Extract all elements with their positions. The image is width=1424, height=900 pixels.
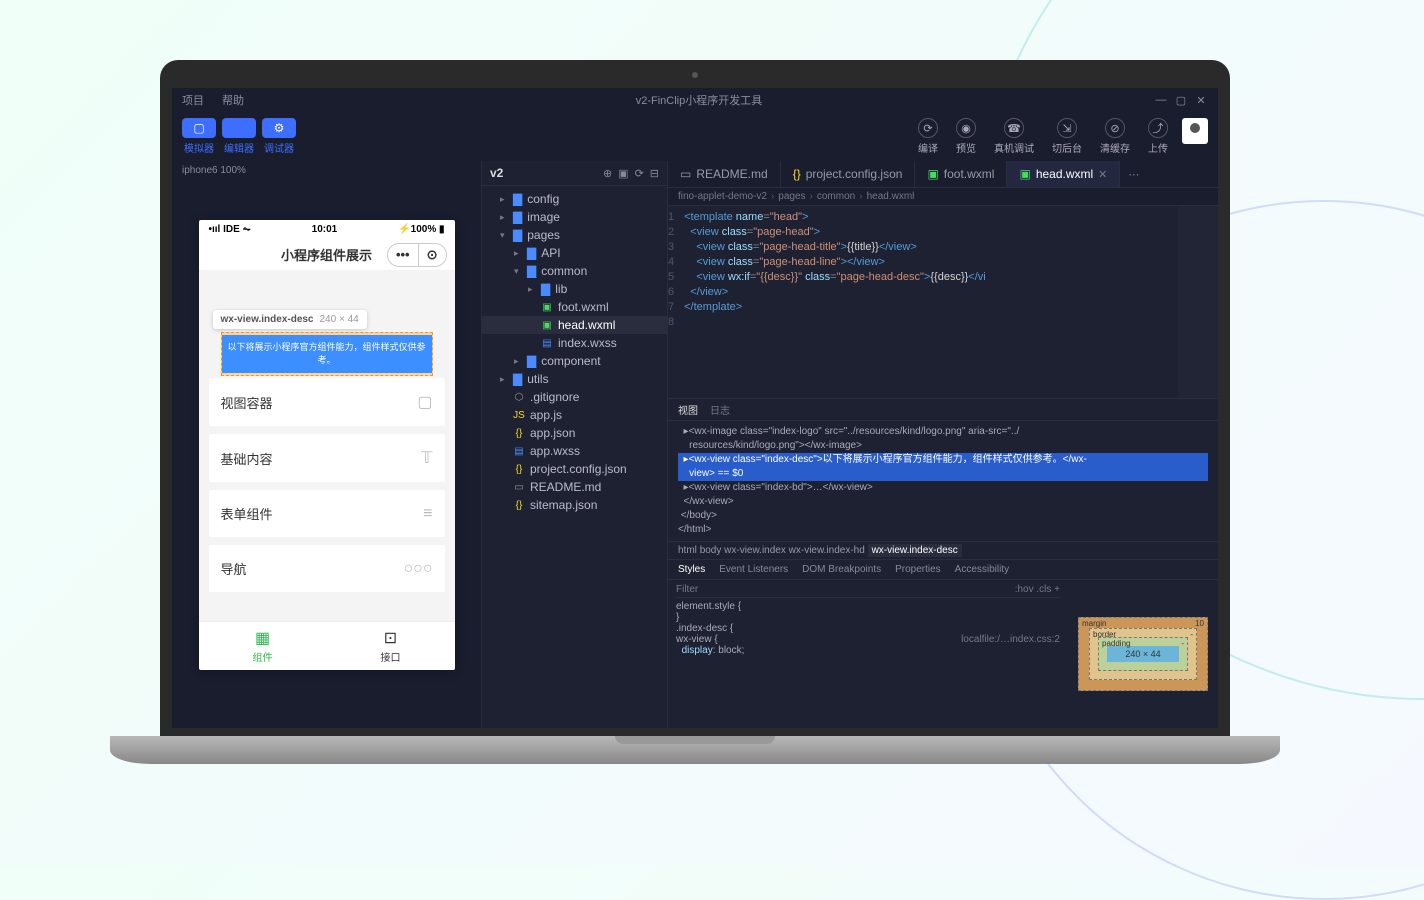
editor-panel: ▭README.md{}project.config.json▣foot.wxm… [668, 161, 1218, 728]
file-item[interactable]: {}app.json [482, 424, 667, 442]
phone-preview: •ııl IDE ⏦ 10:01 ⚡100% ▮ 小程序组件展示 ••• ⊙ [199, 220, 455, 670]
file-explorer: v2 ⊕ ▣ ⟳ ⊟ ▸▇config▸▇image▾▇pages▸▇API▾▇… [482, 161, 668, 728]
phone-time: 10:01 [312, 224, 338, 235]
style-filter-input[interactable]: Filter [676, 584, 698, 595]
devtools-tab-view[interactable]: 视图 [678, 402, 698, 417]
folder-item[interactable]: ▸▇utils [482, 370, 667, 388]
action-button-1[interactable]: ◉预览 [956, 118, 976, 155]
breadcrumb-segment[interactable]: common [817, 191, 855, 202]
file-item[interactable]: ▭README.md [482, 478, 667, 496]
dom-tree[interactable]: ▸<wx-image class="index-logo" src="../re… [668, 421, 1218, 541]
style-subtab[interactable]: Event Listeners [719, 564, 788, 575]
dom-crumb-item[interactable]: wx-view.index-desc [868, 544, 962, 557]
new-file-icon[interactable]: ⊕ [603, 167, 612, 180]
folder-item[interactable]: ▸▇image [482, 208, 667, 226]
minimap[interactable] [1178, 206, 1218, 398]
menu-project[interactable]: 项目 [182, 92, 204, 108]
laptop-frame: 项目 帮助 v2-FinClip小程序开发工具 — ▢ ✕ ▢模拟器编辑器⚙调试… [160, 60, 1230, 764]
window-minimize[interactable]: — [1154, 94, 1168, 107]
devtools-tab-log[interactable]: 日志 [710, 402, 730, 417]
app-window: 项目 帮助 v2-FinClip小程序开发工具 — ▢ ✕ ▢模拟器编辑器⚙调试… [172, 88, 1218, 728]
dom-crumb-item[interactable]: html [678, 545, 697, 556]
file-item[interactable]: ▤index.wxss [482, 334, 667, 352]
inspect-tooltip: wx-view.index-desc240 × 44 [213, 310, 367, 329]
phone-tab-1[interactable]: ⊡接口 [327, 622, 455, 670]
file-item[interactable]: {}sitemap.json [482, 496, 667, 514]
list-item[interactable]: 导航○○○ [209, 545, 445, 592]
folder-item[interactable]: ▸▇component [482, 352, 667, 370]
list-item[interactable]: 表单组件≡ [209, 490, 445, 537]
editor-tab[interactable]: {}project.config.json [781, 161, 916, 187]
breadcrumb-segment[interactable]: fino-applet-demo-v2 [678, 191, 767, 202]
window-close[interactable]: ✕ [1194, 94, 1208, 107]
mode-button-2[interactable]: ⚙调试器 [262, 118, 296, 155]
file-item[interactable]: JSapp.js [482, 406, 667, 424]
file-item[interactable]: ▤app.wxss [482, 442, 667, 460]
dom-crumb-item[interactable]: wx-view.index [724, 545, 786, 556]
refresh-icon[interactable]: ⟳ [635, 167, 644, 180]
window-title: v2-FinClip小程序开发工具 [262, 92, 1136, 108]
dom-crumb-item[interactable]: wx-view.index-hd [789, 545, 865, 556]
mode-button-1[interactable]: 编辑器 [222, 118, 256, 155]
toolbar: ▢模拟器编辑器⚙调试器 ⟳编译 ◉预览 ☎真机调试 ⇲切后台 ⊘清缓存 ⤴上传 [172, 112, 1218, 161]
list-item[interactable]: 视图容器▢ [209, 378, 445, 426]
project-root-name[interactable]: v2 [490, 166, 603, 180]
devtools-subtabs: Styles Event Listeners DOM Breakpoints Prop… [668, 560, 1218, 580]
simulator-device-label: iphone6 100% [172, 161, 481, 180]
folder-item[interactable]: ▾▇common [482, 262, 667, 280]
phone-carrier: •ııl IDE ⏦ [209, 224, 251, 235]
folder-item[interactable]: ▾▇pages [482, 226, 667, 244]
dom-crumb-item[interactable]: body [700, 545, 722, 556]
action-button-3[interactable]: ⇲切后台 [1052, 118, 1082, 155]
devtools-panel: 视图 日志 ▸<wx-image class="index-logo" src=… [668, 398, 1218, 728]
folder-item[interactable]: ▸▇lib [482, 280, 667, 298]
capsule-button[interactable]: ••• ⊙ [387, 243, 447, 267]
style-filter-actions[interactable]: :hov .cls + [1015, 584, 1060, 595]
tabs-overflow-icon[interactable]: ⋯ [1120, 168, 1147, 181]
editor-tab[interactable]: ▣foot.wxml [915, 161, 1007, 187]
breadcrumb-segment[interactable]: head.wxml [867, 191, 915, 202]
styles-pane[interactable]: Filter:hov .cls +element.style {}.index-… [668, 580, 1068, 728]
phone-battery: ⚡100% ▮ [398, 224, 444, 235]
file-item[interactable]: ⬡.gitignore [482, 388, 667, 406]
simulator-panel: iphone6 100% •ııl IDE ⏦ 10:01 ⚡100% ▮ 小程… [172, 161, 482, 728]
mode-button-0[interactable]: ▢模拟器 [182, 118, 216, 155]
editor-tab[interactable]: ▣head.wxml✕ [1007, 161, 1120, 187]
breadcrumb-segment[interactable]: pages [778, 191, 805, 202]
editor-tabs: ▭README.md{}project.config.json▣foot.wxm… [668, 161, 1218, 188]
action-button-0[interactable]: ⟳编译 [918, 118, 938, 155]
capsule-menu-icon[interactable]: ••• [388, 244, 419, 266]
phone-tab-0[interactable]: ▦组件 [199, 622, 327, 670]
file-item[interactable]: {}project.config.json [482, 460, 667, 478]
code-editor[interactable]: 12345678 <template name="head"> <view cl… [668, 206, 1218, 398]
editor-tab[interactable]: ▭README.md [668, 161, 781, 187]
breadcrumb: fino-applet-demo-v2›pages›common›head.wx… [668, 188, 1218, 206]
style-subtab[interactable]: DOM Breakpoints [802, 564, 881, 575]
window-maximize[interactable]: ▢ [1174, 94, 1188, 107]
new-folder-icon[interactable]: ▣ [618, 167, 628, 180]
capsule-close-icon[interactable]: ⊙ [419, 244, 446, 266]
file-item[interactable]: ▣foot.wxml [482, 298, 667, 316]
folder-item[interactable]: ▸▇config [482, 190, 667, 208]
action-button-4[interactable]: ⊘清缓存 [1100, 118, 1130, 155]
file-item[interactable]: ▣head.wxml [482, 316, 667, 334]
list-item[interactable]: 基础内容𝕋 [209, 434, 445, 482]
phone-nav-title: 小程序组件展示 [281, 245, 372, 264]
inspect-highlight: 以下将展示小程序官方组件能力，组件样式仅供参考。 [221, 332, 433, 376]
box-model: margin10 border- padding- 240 × 44 [1068, 580, 1218, 728]
close-icon[interactable]: ✕ [1098, 168, 1107, 181]
style-subtab[interactable]: Styles [678, 564, 705, 575]
action-button-5[interactable]: ⤴上传 [1148, 118, 1168, 155]
folder-item[interactable]: ▸▇API [482, 244, 667, 262]
dom-breadcrumb[interactable]: html body wx-view.index wx-view.index-hd… [668, 541, 1218, 560]
menubar: 项目 帮助 v2-FinClip小程序开发工具 — ▢ ✕ [172, 88, 1218, 112]
camera-dot [692, 72, 698, 78]
collapse-icon[interactable]: ⊟ [650, 167, 659, 180]
style-subtab[interactable]: Accessibility [955, 564, 1009, 575]
menu-help[interactable]: 帮助 [222, 92, 244, 108]
user-avatar[interactable] [1182, 118, 1208, 144]
action-button-2[interactable]: ☎真机调试 [994, 118, 1034, 155]
style-subtab[interactable]: Properties [895, 564, 941, 575]
